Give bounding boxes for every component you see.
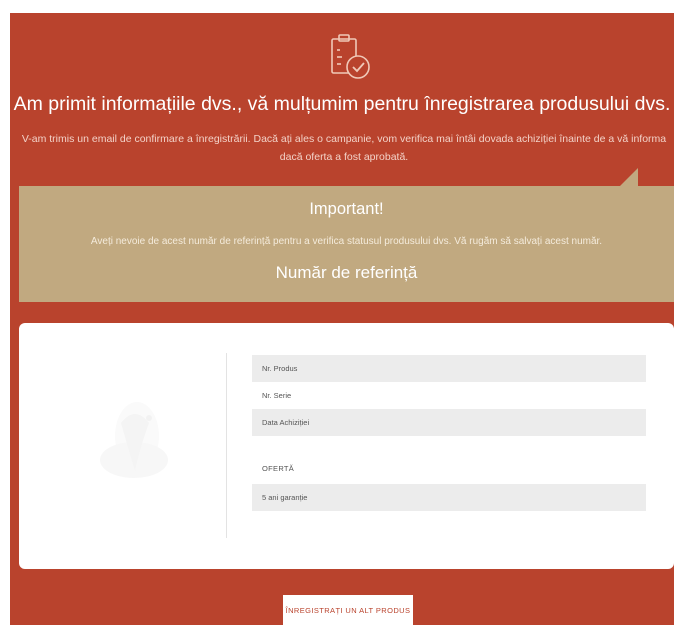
important-text: Aveți nevoie de acest număr de referință…	[90, 236, 603, 247]
clipboard-check-icon	[331, 34, 370, 79]
confirmation-title: Am primit informațiile dvs., vă mulțumim…	[13, 93, 671, 115]
important-notch	[620, 168, 638, 186]
registration-confirmation-page: Am primit informațiile dvs., vă mulțumim…	[10, 13, 674, 625]
offer-value-field: 5 ani garanție	[252, 484, 646, 511]
card-divider	[226, 353, 227, 538]
purchase-date-field: Data Achiziției	[252, 409, 646, 436]
reference-number-label: Număr de referință	[275, 263, 418, 282]
product-image	[100, 402, 168, 478]
register-another-product-button[interactable]: ÎNREGISTRAȚI UN ALT PRODUS	[283, 595, 413, 625]
offer-label: OFERTĂ	[262, 464, 295, 473]
product-number-field: Nr. Produs	[252, 355, 646, 382]
confirmation-subtitle: V-am trimis un email de confirmare a înr…	[21, 133, 667, 163]
serial-number-field: Nr. Serie	[262, 391, 292, 400]
important-title: Important!	[309, 200, 384, 218]
product-card: Nr. Produs Nr. Serie Data Achiziției OFE…	[19, 323, 674, 569]
important-notice: Important! Aveți nevoie de acest număr d…	[19, 186, 674, 302]
